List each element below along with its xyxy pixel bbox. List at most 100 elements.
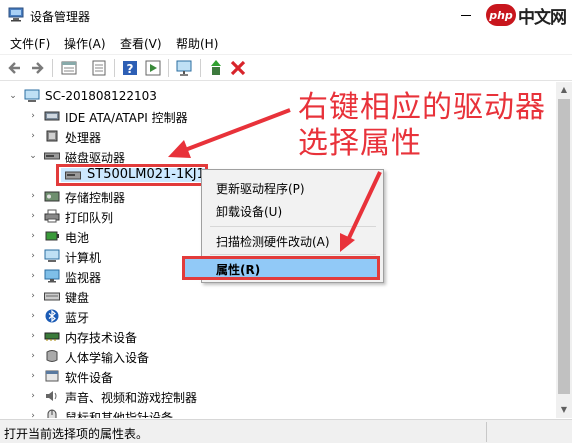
annotation-line-1: 右键相应的驱动器 bbox=[298, 90, 546, 125]
storage-icon bbox=[44, 191, 60, 202]
tree-category-label: 处理器 bbox=[65, 131, 102, 145]
tree-category-label: 监视器 bbox=[65, 271, 102, 285]
watermark-text: 中文网 bbox=[518, 7, 567, 28]
tree-root[interactable]: ⌄ SC-201808122103 bbox=[0, 86, 260, 106]
minimize-button[interactable] bbox=[452, 6, 482, 24]
scroll-thumb[interactable] bbox=[558, 99, 570, 394]
forward-icon[interactable] bbox=[28, 59, 46, 77]
selected-device-label: ST500LM021-1KJ152 bbox=[87, 167, 205, 182]
menu-view[interactable]: 查看(V) bbox=[120, 35, 162, 52]
tree-category-label: IDE ATA/ATAPI 控制器 bbox=[65, 111, 188, 125]
tree-category-label: 蓝牙 bbox=[65, 311, 90, 325]
toolbar-separator bbox=[168, 59, 169, 77]
watermark-badge: php bbox=[486, 4, 516, 26]
toolbar-separator bbox=[52, 59, 53, 77]
mouse-icon bbox=[47, 409, 57, 418]
tree-category[interactable]: › 处理器 bbox=[0, 126, 260, 146]
toolbar-separator bbox=[114, 59, 115, 77]
tree-category[interactable]: › 蓝牙 bbox=[0, 306, 260, 326]
ctx-properties-label: 属性(R) bbox=[216, 263, 261, 277]
status-separator bbox=[486, 422, 487, 442]
tree-category-label: 计算机 bbox=[65, 251, 102, 265]
toolbar: ? bbox=[0, 55, 572, 81]
tree-category-label: 人体学输入设备 bbox=[65, 351, 150, 365]
tree-category-label: 打印队列 bbox=[65, 211, 114, 225]
expand-arrow-icon[interactable]: › bbox=[28, 411, 38, 418]
selected-disk-device[interactable]: ST500LM021-1KJ152 bbox=[56, 164, 208, 186]
play-icon[interactable] bbox=[144, 59, 162, 77]
sound-icon bbox=[46, 391, 57, 401]
expand-arrow-icon[interactable]: › bbox=[28, 111, 38, 121]
tree-category[interactable]: › 人体学输入设备 bbox=[0, 346, 260, 366]
computer-icon bbox=[44, 249, 60, 262]
tree-category[interactable]: › 键盘 bbox=[0, 286, 260, 306]
expand-arrow-icon[interactable]: › bbox=[28, 271, 38, 281]
tree-category-label: 电池 bbox=[65, 231, 90, 245]
disk-icon bbox=[44, 152, 60, 160]
expand-arrow-icon[interactable]: › bbox=[28, 331, 38, 341]
keyboard-icon bbox=[44, 292, 60, 301]
status-bar: 打开当前选择项的属性表。 bbox=[0, 419, 572, 443]
battery-icon bbox=[45, 231, 59, 241]
tree-category[interactable]: › 鼠标和其他指针设备 bbox=[0, 406, 260, 418]
monitor-icon bbox=[44, 269, 60, 283]
ctx-separator bbox=[210, 254, 376, 255]
ctx-uninstall-device[interactable]: 卸载设备(U) bbox=[216, 203, 282, 220]
expand-arrow-icon[interactable]: › bbox=[28, 291, 38, 301]
remove-icon[interactable] bbox=[229, 59, 247, 77]
tree-category-label: 内存技术设备 bbox=[65, 331, 138, 345]
annotation-text: 右键相应的驱动器 选择属性 bbox=[298, 90, 546, 162]
update-icon[interactable] bbox=[90, 59, 108, 77]
window-title: 设备管理器 bbox=[30, 10, 91, 24]
scroll-down-arrow-icon[interactable]: ▼ bbox=[556, 402, 572, 418]
ctx-update-driver[interactable]: 更新驱动程序(P) bbox=[216, 180, 305, 197]
watermark-logo: php 中文网 bbox=[486, 2, 572, 28]
tree-category[interactable]: › 软件设备 bbox=[0, 366, 260, 386]
annotation-line-2: 选择属性 bbox=[298, 126, 422, 161]
bluetooth-icon bbox=[45, 309, 59, 323]
menu-bar: 文件(F) 操作(A) 查看(V) 帮助(H) bbox=[0, 30, 572, 55]
svg-text:?: ? bbox=[127, 62, 134, 76]
scroll-up-arrow-icon[interactable]: ▲ bbox=[556, 82, 572, 98]
expand-arrow-icon[interactable]: › bbox=[28, 191, 38, 201]
device-manager-icon bbox=[8, 7, 24, 22]
tree-category[interactable]: › 声音、视频和游戏控制器 bbox=[0, 386, 260, 406]
expand-arrow-icon[interactable]: › bbox=[28, 211, 38, 221]
toolbar-separator bbox=[200, 59, 201, 77]
tree-category[interactable]: › IDE ATA/ATAPI 控制器 bbox=[0, 106, 260, 126]
tree-category[interactable]: ⌄ 磁盘驱动器 bbox=[0, 146, 260, 166]
menu-help[interactable]: 帮助(H) bbox=[176, 35, 218, 52]
expand-arrow-icon[interactable]: › bbox=[28, 311, 38, 321]
tree-category-label: 键盘 bbox=[65, 291, 90, 305]
hid-icon bbox=[46, 350, 58, 362]
expand-arrow-icon[interactable]: › bbox=[28, 251, 38, 261]
menu-file[interactable]: 文件(F) bbox=[10, 35, 50, 52]
status-text: 打开当前选择项的属性表。 bbox=[4, 427, 149, 441]
expand-arrow-icon[interactable]: › bbox=[28, 391, 38, 401]
tree-category-label: 存储控制器 bbox=[65, 191, 126, 205]
title-bar: 设备管理器 php 中文网 bbox=[0, 0, 572, 30]
processor-icon bbox=[46, 130, 58, 142]
ctx-separator bbox=[210, 226, 376, 227]
software-icon bbox=[45, 370, 59, 382]
tree-category-label: 鼠标和其他指针设备 bbox=[65, 411, 174, 418]
monitor-icon[interactable] bbox=[175, 59, 193, 77]
install-icon[interactable] bbox=[207, 59, 225, 77]
properties-icon[interactable] bbox=[60, 59, 78, 77]
vertical-scrollbar[interactable]: ▲ ▼ bbox=[556, 82, 572, 418]
expand-arrow-icon[interactable]: › bbox=[28, 131, 38, 141]
tree-category-label: 声音、视频和游戏控制器 bbox=[65, 391, 198, 405]
menu-action[interactable]: 操作(A) bbox=[64, 35, 106, 52]
computer-icon bbox=[24, 89, 40, 102]
expand-arrow-icon[interactable]: › bbox=[28, 351, 38, 361]
tree-category[interactable]: › 内存技术设备 bbox=[0, 326, 260, 346]
ctx-properties-item[interactable]: 属性(R) bbox=[182, 256, 380, 280]
expand-arrow-icon[interactable]: › bbox=[28, 371, 38, 381]
help-icon[interactable]: ? bbox=[121, 59, 139, 77]
expand-arrow-icon[interactable]: › bbox=[28, 231, 38, 241]
ctx-scan-hardware[interactable]: 扫描检测硬件改动(A) bbox=[216, 233, 330, 250]
collapse-arrow-icon[interactable]: ⌄ bbox=[8, 91, 18, 101]
back-icon[interactable] bbox=[6, 59, 24, 77]
printer-icon bbox=[44, 209, 60, 223]
collapse-arrow-icon[interactable]: ⌄ bbox=[28, 151, 38, 161]
